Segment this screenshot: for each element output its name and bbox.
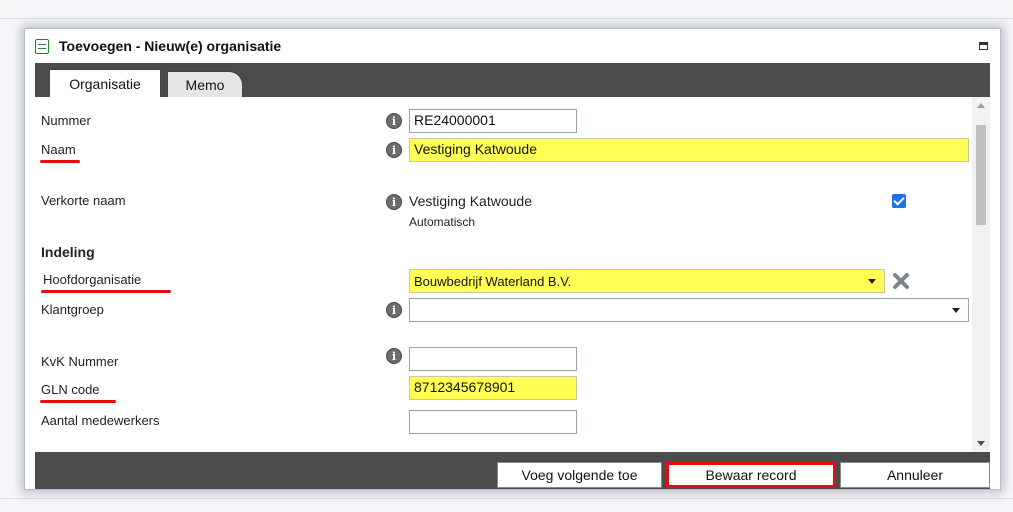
background-row-divider xyxy=(0,18,1013,19)
naam-label: Naam xyxy=(41,142,76,157)
section-indeling: Indeling xyxy=(41,244,95,260)
dialog-titlebar[interactable]: Toevoegen - Nieuw(e) organisatie xyxy=(25,29,1000,63)
required-underline xyxy=(40,160,80,163)
chevron-down-icon xyxy=(952,308,960,313)
required-underline xyxy=(41,290,171,293)
hoofdorganisatie-label: Hoofdorganisatie xyxy=(43,272,142,287)
hoofdorganisatie-value: Bouwbedrijf Waterland B.V. xyxy=(414,274,572,289)
verkorte-naam-note: Automatisch xyxy=(409,215,476,229)
clear-x-icon[interactable] xyxy=(891,271,911,291)
info-icon[interactable]: i xyxy=(386,142,402,158)
info-icon[interactable]: i xyxy=(386,113,402,129)
tab-organisatie[interactable]: Organisatie xyxy=(49,69,161,97)
automatisch-checkbox[interactable] xyxy=(892,194,906,208)
aantal-medewerkers-label: Aantal medewerkers xyxy=(41,413,160,428)
info-icon[interactable]: i xyxy=(386,302,402,318)
form-content: Nummer i RE24000001 Naam i Vestiging Kat… xyxy=(35,97,990,452)
maximize-icon[interactable] xyxy=(979,42,988,50)
kvk-nummer-field[interactable] xyxy=(409,347,577,371)
form-icon xyxy=(35,38,49,54)
cancel-button[interactable]: Annuleer xyxy=(840,462,990,488)
background-row-divider xyxy=(0,498,1013,499)
naam-field[interactable]: Vestiging Katwoude xyxy=(409,138,969,162)
tab-bar: Organisatie Memo xyxy=(35,63,990,97)
hoofdorganisatie-select[interactable]: Bouwbedrijf Waterland B.V. xyxy=(409,269,885,293)
kvk-nummer-label: KvK Nummer xyxy=(41,354,119,369)
gln-code-label: GLN code xyxy=(41,382,100,397)
gln-code-field[interactable]: 8712345678901 xyxy=(409,376,577,400)
scroll-down-icon[interactable] xyxy=(977,441,985,446)
chevron-down-icon xyxy=(868,279,876,284)
scroll-thumb[interactable] xyxy=(976,125,986,225)
save-record-button[interactable]: Bewaar record xyxy=(666,462,836,488)
nummer-field[interactable]: RE24000001 xyxy=(409,109,577,133)
dialog-footer: Voeg volgende toe Bewaar record Annuleer xyxy=(35,452,990,489)
dialog-title: Toevoegen - Nieuw(e) organisatie xyxy=(59,38,282,54)
required-underline xyxy=(40,400,116,403)
aantal-medewerkers-field[interactable] xyxy=(409,410,577,434)
klantgroep-label: Klantgroep xyxy=(41,302,104,317)
add-next-button[interactable]: Voeg volgende toe xyxy=(497,462,662,488)
scroll-up-icon[interactable] xyxy=(977,103,985,108)
dialog-window: Toevoegen - Nieuw(e) organisatie Organis… xyxy=(24,28,1001,490)
info-icon[interactable]: i xyxy=(386,194,402,210)
nummer-label: Nummer xyxy=(41,113,91,128)
tab-memo[interactable]: Memo xyxy=(167,71,243,97)
klantgroep-select[interactable] xyxy=(409,298,969,322)
info-icon[interactable]: i xyxy=(386,348,402,364)
verkorte-naam-value: Vestiging Katwoude xyxy=(409,193,532,209)
vertical-scrollbar[interactable] xyxy=(972,97,990,452)
verkorte-naam-label: Verkorte naam xyxy=(41,193,126,208)
